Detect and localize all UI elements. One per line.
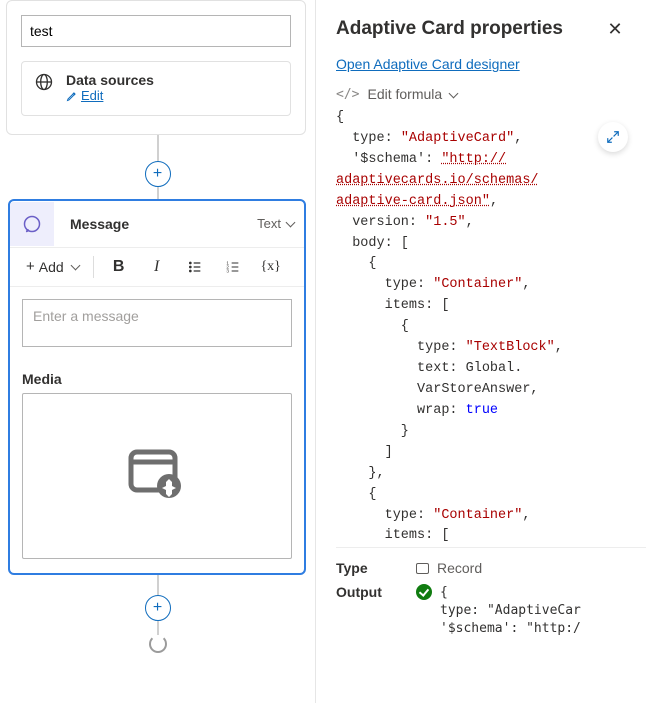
add-button[interactable]: + Add [20, 254, 85, 279]
success-check-icon [416, 584, 432, 600]
close-icon[interactable]: ✕ [604, 19, 626, 40]
card-title: Message [54, 216, 257, 232]
edit-link[interactable]: Edit [66, 88, 103, 103]
type-dropdown[interactable]: Text [257, 216, 304, 231]
formula-dropdown[interactable]: </> Edit formula [316, 80, 646, 108]
record-icon [416, 563, 429, 574]
chevron-down-icon [449, 88, 459, 98]
end-node-icon [149, 635, 167, 653]
message-icon [10, 202, 54, 246]
type-row: Type Record [316, 548, 646, 578]
trigger-card: Data sources Edit [6, 0, 306, 135]
adaptive-card-icon [125, 446, 189, 505]
output-preview: { type: "AdaptiveCar '$schema': "http:/ [440, 584, 581, 639]
bullet-list-button[interactable] [178, 252, 212, 282]
data-sources-title: Data sources [66, 72, 154, 88]
chevron-down-icon [70, 261, 80, 271]
message-input[interactable]: Enter a message [22, 299, 292, 347]
open-designer-link[interactable]: Open Adaptive Card designer [316, 48, 646, 80]
connector-line [157, 621, 159, 635]
output-row: Output { type: "AdaptiveCar '$schema': "… [316, 578, 646, 641]
media-label: Media [22, 371, 292, 387]
toolbar: + Add B I 123 {x} [10, 247, 304, 287]
message-card: Message Text + Add B I 123 {x} Enter a m… [8, 199, 306, 575]
connector-line [157, 575, 159, 595]
svg-text:3: 3 [226, 268, 229, 273]
type-value: Record [416, 560, 482, 576]
formula-editor[interactable]: { type: "AdaptiveCard", '$schema': "http… [336, 108, 646, 548]
data-sources-box: Data sources Edit [21, 61, 291, 116]
globe-icon [34, 72, 54, 95]
add-node-button[interactable]: + [145, 161, 171, 187]
bold-button[interactable]: B [102, 252, 136, 282]
media-box[interactable] [22, 393, 292, 559]
pencil-icon [66, 90, 78, 102]
add-node-button[interactable]: + [145, 595, 171, 621]
code-brackets-icon: </> [336, 87, 359, 102]
connector-line [157, 187, 159, 199]
connector-line [157, 135, 159, 161]
panel-title: Adaptive Card properties [336, 18, 563, 40]
search-input[interactable] [21, 15, 291, 47]
numbered-list-button[interactable]: 123 [216, 252, 250, 282]
variable-button[interactable]: {x} [254, 252, 288, 282]
expand-button[interactable] [598, 122, 628, 152]
chevron-down-icon [286, 218, 296, 228]
properties-panel: Adaptive Card properties ✕ Open Adaptive… [315, 0, 646, 703]
italic-button[interactable]: I [140, 252, 174, 282]
